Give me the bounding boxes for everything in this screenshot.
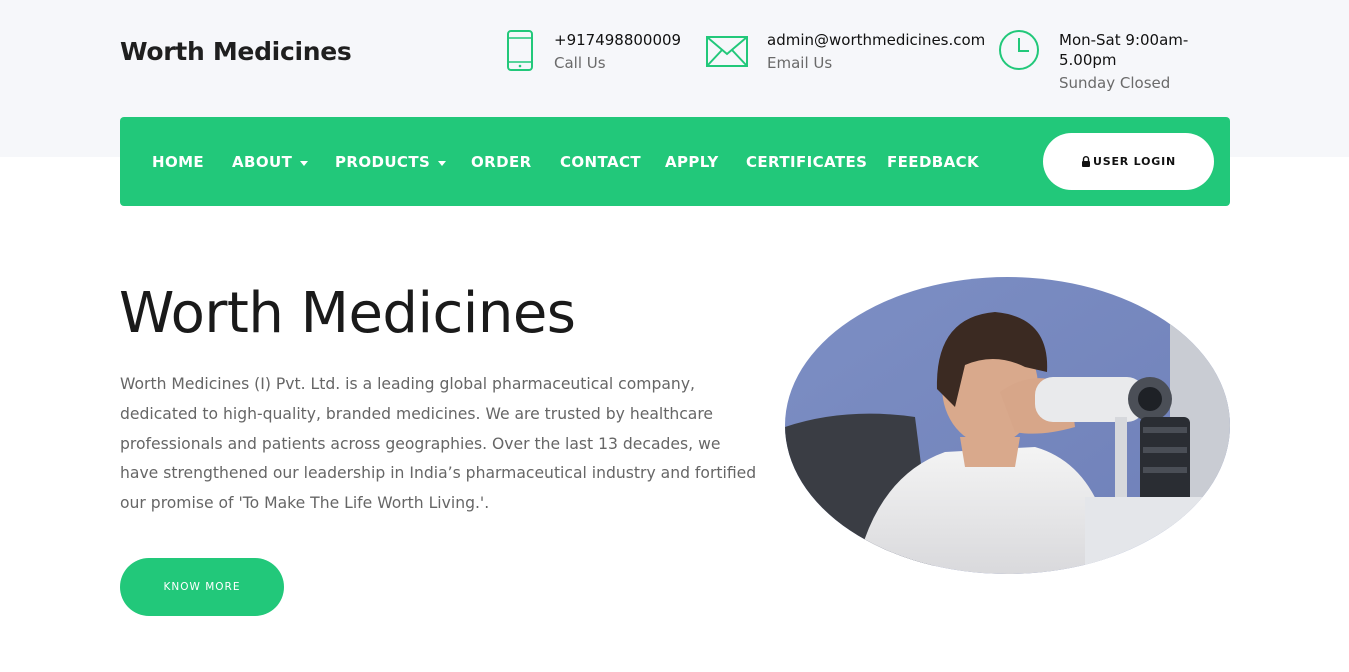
nav-about[interactable]: ABOUT [232, 153, 309, 171]
contact-phone: +917498800009 Call Us [498, 30, 681, 74]
email-caption: Email Us [767, 54, 833, 72]
nav-home[interactable]: HOME [152, 153, 204, 171]
nav-feedback-label: FEEDBACK [887, 153, 980, 171]
phone-number[interactable]: +917498800009 [554, 30, 681, 50]
hours-caption: Sunday Closed [1059, 74, 1171, 92]
nav-contact[interactable]: CONTACT [560, 153, 641, 171]
nav-certificates[interactable]: CERTIFICATES [746, 153, 867, 171]
chevron-down-icon [438, 160, 447, 166]
hero-title: Worth Medicines [119, 281, 576, 346]
nav-about-label: ABOUT [232, 153, 293, 171]
know-more-label: KNOW MORE [163, 581, 241, 593]
contact-email: admin@worthmedicines.com Email Us [705, 30, 985, 74]
chevron-down-icon [300, 160, 309, 166]
hours-text: Mon-Sat 9:00am-5.00pm [1059, 31, 1189, 69]
nav-order[interactable]: ORDER [471, 153, 532, 171]
phone-caption: Call Us [554, 54, 606, 72]
nav-products-label: PRODUCTS [335, 153, 431, 171]
main-navbar: HOME ABOUT PRODUCTS ORDER CONTACT APPLY … [120, 117, 1230, 206]
nav-contact-label: CONTACT [560, 153, 642, 171]
nav-order-label: ORDER [471, 153, 532, 171]
contact-hours: Mon-Sat 9:00am-5.00pm Sunday Closed [997, 30, 1199, 93]
nav-products[interactable]: PRODUCTS [335, 153, 447, 171]
clock-icon [997, 30, 1041, 74]
nav-apply-label: APPLY [665, 153, 719, 171]
nav-feedback[interactable]: FEEDBACK [887, 153, 979, 171]
doctor-eye-exam-photo [785, 277, 1230, 574]
site-logo[interactable]: Worth Medicines [120, 37, 352, 66]
nav-certificates-label: CERTIFICATES [746, 153, 868, 171]
envelope-icon [705, 30, 749, 74]
hero-image [785, 277, 1230, 574]
know-more-button[interactable]: KNOW MORE [120, 558, 284, 616]
nav-apply[interactable]: APPLY [665, 153, 719, 171]
user-login-label: USER LOGIN [1093, 155, 1176, 168]
nav-home-label: HOME [152, 153, 205, 171]
hero-description: Worth Medicines (I) Pvt. Ltd. is a leadi… [120, 375, 757, 513]
lock-icon [1081, 152, 1091, 171]
phone-icon [498, 30, 542, 74]
email-address[interactable]: admin@worthmedicines.com [767, 30, 985, 50]
user-login-button[interactable]: USER LOGIN [1043, 133, 1214, 190]
